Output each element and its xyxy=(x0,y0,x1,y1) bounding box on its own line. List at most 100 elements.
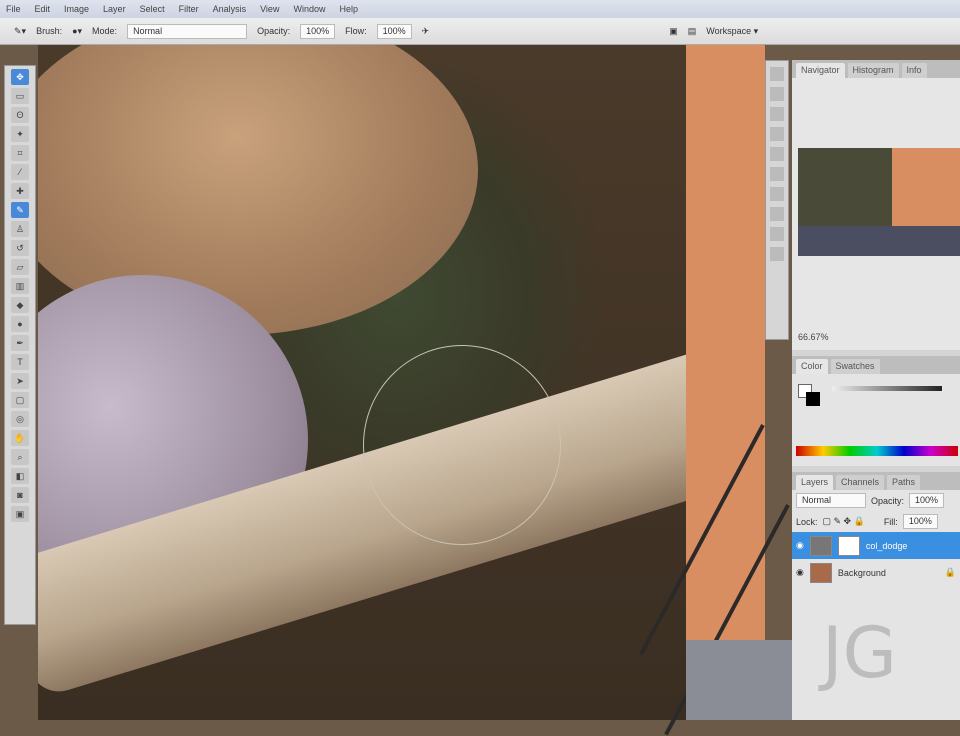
menu-filter[interactable]: Filter xyxy=(179,4,199,14)
styles-icon[interactable] xyxy=(770,187,784,201)
layer-opacity-label: Opacity: xyxy=(871,495,905,506)
brush-tool-icon[interactable]: ✎▾ xyxy=(14,26,26,37)
panel-dock-icons xyxy=(765,60,789,340)
layer-name: Background xyxy=(837,567,886,578)
brushes-icon[interactable] xyxy=(770,107,784,121)
background-color-swatch[interactable] xyxy=(806,392,820,406)
actions-icon[interactable] xyxy=(770,87,784,101)
layer-thumbnail xyxy=(809,562,832,583)
quick-mask-icon[interactable]: ◙ xyxy=(11,487,29,503)
tab-color[interactable]: Color xyxy=(796,359,828,374)
menu-view[interactable]: View xyxy=(260,4,279,14)
zoom-tool-icon[interactable]: ⌕ xyxy=(11,449,29,465)
tab-info[interactable]: Info xyxy=(901,63,927,78)
3d-tool-icon[interactable]: ◎ xyxy=(11,411,29,427)
layer-opacity-field[interactable]: 100% xyxy=(909,493,945,508)
layer-row[interactable]: ◉ col_dodge xyxy=(792,532,960,559)
path-select-tool-icon[interactable]: ➤ xyxy=(11,373,29,389)
pen-tool-icon[interactable]: ✒ xyxy=(11,335,29,351)
menu-help[interactable]: Help xyxy=(339,4,358,14)
brush-cursor xyxy=(363,345,561,545)
options-bar: ✎▾ Brush: ●▾ Mode: Normal Opacity: 100% … xyxy=(0,18,960,45)
layer-mask-thumbnail[interactable] xyxy=(837,535,860,556)
lasso-tool-icon[interactable]: ʘ xyxy=(11,107,29,123)
blend-mode-select[interactable]: Normal xyxy=(796,493,866,508)
panels: Navigator Histogram Info 66.67% Color Sw… xyxy=(792,60,960,720)
tab-layers[interactable]: Layers xyxy=(796,475,834,490)
menu-window[interactable]: Window xyxy=(293,4,325,14)
navigator-zoom-field[interactable]: 66.67% xyxy=(798,332,829,342)
eraser-tool-icon[interactable]: ▱ xyxy=(11,259,29,275)
opacity-field[interactable]: 100% xyxy=(300,23,336,39)
background-document-area xyxy=(639,45,790,736)
magic-wand-tool-icon[interactable]: ✦ xyxy=(11,126,29,142)
paragraph-icon[interactable] xyxy=(770,167,784,181)
color-spectrum[interactable] xyxy=(796,446,958,456)
hand-tool-icon[interactable]: ✋ xyxy=(11,430,29,446)
masks-icon[interactable] xyxy=(770,227,784,241)
tab-histogram[interactable]: Histogram xyxy=(847,63,899,78)
flow-label: Flow: xyxy=(345,26,367,36)
screen-mode-icon[interactable]: ▣ xyxy=(11,506,29,522)
workspace-button[interactable]: Workspace ▾ xyxy=(706,26,758,37)
brush-tool-icon[interactable]: ✎ xyxy=(11,202,29,218)
lock-icons[interactable]: ▢ ✎ ✥ 🔒 xyxy=(823,516,865,527)
menu-edit[interactable]: Edit xyxy=(35,4,51,14)
flow-field[interactable]: 100% xyxy=(376,23,412,39)
blur-tool-icon[interactable]: ◆ xyxy=(11,297,29,313)
lock-label: Lock: xyxy=(796,516,818,527)
color-slider[interactable] xyxy=(832,386,942,391)
background-document-area xyxy=(686,640,792,720)
tab-paths[interactable]: Paths xyxy=(887,475,921,490)
menu-bar: File Edit Image Layer Select Filter Anal… xyxy=(0,0,960,18)
layers-panel: Layers Channels Paths Normal Opacity: 10… xyxy=(792,472,960,720)
opacity-label: Opacity: xyxy=(257,26,291,36)
color-panel: Color Swatches xyxy=(792,356,960,466)
navigator-panel: Navigator Histogram Info 66.67% xyxy=(792,60,960,350)
mode-select[interactable]: Normal xyxy=(127,23,248,39)
fill-label: Fill: xyxy=(883,516,898,527)
brush-label: Brush: xyxy=(36,26,63,36)
clone-source-icon[interactable] xyxy=(770,127,784,141)
healing-tool-icon[interactable]: ✚ xyxy=(11,183,29,199)
gradient-tool-icon[interactable]: ▥ xyxy=(11,278,29,294)
history-icon[interactable] xyxy=(770,67,784,81)
bridge-icon[interactable]: ▣ xyxy=(669,26,678,37)
character-icon[interactable] xyxy=(770,147,784,161)
tab-swatches[interactable]: Swatches xyxy=(830,359,880,374)
crop-tool-icon[interactable]: ⌗ xyxy=(11,145,29,161)
menu-layer[interactable]: Layer xyxy=(103,4,126,14)
info-icon[interactable] xyxy=(770,247,784,261)
layer-row[interactable]: ◉ Background 🔒 xyxy=(792,559,960,586)
marquee-tool-icon[interactable]: ▭ xyxy=(11,88,29,104)
move-tool-icon[interactable]: ✥ xyxy=(11,69,29,85)
shape-tool-icon[interactable]: ▢ xyxy=(11,392,29,408)
color-swatches-icon[interactable]: ◧ xyxy=(11,468,29,484)
menu-file[interactable]: File xyxy=(6,4,21,14)
navigator-preview[interactable] xyxy=(798,148,960,256)
menu-image[interactable]: Image xyxy=(64,4,89,14)
mode-label: Mode: xyxy=(92,26,118,36)
visibility-eye-icon[interactable]: ◉ xyxy=(796,540,804,551)
brush-picker[interactable]: ●▾ xyxy=(72,26,82,37)
toolbox: ✥ ▭ ʘ ✦ ⌗ ⁄ ✚ ✎ ♙ ↺ ▱ ▥ ◆ ● ✒ T ➤ ▢ ◎ ✋ … xyxy=(4,65,36,625)
eyedropper-tool-icon[interactable]: ⁄ xyxy=(11,164,29,180)
airbrush-icon[interactable]: ✈ xyxy=(422,26,430,37)
menu-select[interactable]: Select xyxy=(140,4,165,14)
visibility-eye-icon[interactable]: ◉ xyxy=(796,567,804,578)
menu-analysis[interactable]: Analysis xyxy=(213,4,247,14)
dodge-tool-icon[interactable]: ● xyxy=(11,316,29,332)
history-brush-tool-icon[interactable]: ↺ xyxy=(11,240,29,256)
stamp-tool-icon[interactable]: ♙ xyxy=(11,221,29,237)
watermark-logo: JG xyxy=(822,612,897,694)
layer-thumbnail xyxy=(809,535,832,556)
fill-field[interactable]: 100% xyxy=(902,514,938,529)
tab-channels[interactable]: Channels xyxy=(836,475,885,490)
adjustments-icon[interactable] xyxy=(770,207,784,221)
tab-navigator[interactable]: Navigator xyxy=(796,63,845,78)
document-canvas[interactable] xyxy=(38,45,686,720)
screen-mode-icon[interactable]: ▤ xyxy=(688,26,697,37)
lock-icon: 🔒 xyxy=(944,567,956,577)
layer-name: col_dodge xyxy=(865,540,908,551)
type-tool-icon[interactable]: T xyxy=(11,354,29,370)
